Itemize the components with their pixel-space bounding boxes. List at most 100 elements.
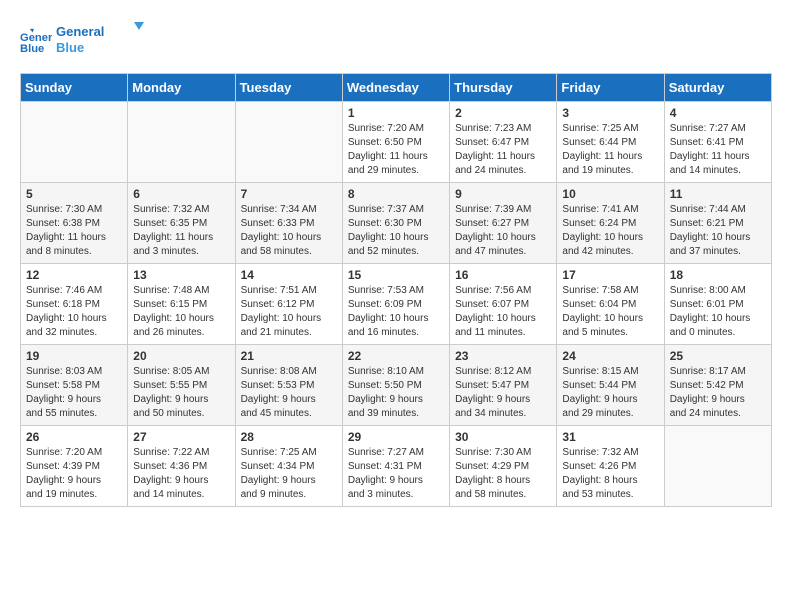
day-number: 1: [348, 106, 444, 120]
day-number: 26: [26, 430, 122, 444]
day-number: 3: [562, 106, 658, 120]
day-number: 2: [455, 106, 551, 120]
svg-text:General: General: [20, 31, 52, 43]
cell-content: Sunrise: 7:53 AM Sunset: 6:09 PM Dayligh…: [348, 284, 444, 340]
cell-content: Sunrise: 8:08 AM Sunset: 5:53 PM Dayligh…: [241, 365, 337, 421]
calendar-cell: 27 Sunrise: 7:22 AM Sunset: 4:36 PM Dayli…: [128, 426, 235, 507]
calendar-cell: 29 Sunrise: 7:27 AM Sunset: 4:31 PM Dayli…: [342, 426, 449, 507]
week-row-4: 19 Sunrise: 8:03 AM Sunset: 5:58 PM Dayli…: [21, 345, 772, 426]
day-number: 11: [670, 187, 766, 201]
calendar-cell: 3Sunrise: 7:25 AM Sunset: 6:44 PM Daylig…: [557, 102, 664, 183]
cell-content: Sunrise: 7:23 AM Sunset: 6:47 PM Dayligh…: [455, 122, 551, 178]
calendar-cell: 31Sunrise: 7:32 AM Sunset: 4:26 PM Dayli…: [557, 426, 664, 507]
cell-content: Sunrise: 7:32 AM Sunset: 6:35 PM Dayligh…: [133, 203, 229, 259]
day-number: 7: [241, 187, 337, 201]
day-number: 14: [241, 268, 337, 282]
day-number: 8: [348, 187, 444, 201]
day-header-wednesday: Wednesday: [342, 74, 449, 102]
cell-content: Sunrise: 8:10 AM Sunset: 5:50 PM Dayligh…: [348, 365, 444, 421]
cell-content: Sunrise: 7:27 AM Sunset: 4:31 PM Dayligh…: [348, 446, 444, 502]
calendar-cell: 26 Sunrise: 7:20 AM Sunset: 4:39 PM Dayli…: [21, 426, 128, 507]
cell-content: Sunrise: 7:44 AM Sunset: 6:21 PM Dayligh…: [670, 203, 766, 259]
day-header-monday: Monday: [128, 74, 235, 102]
cell-content: Sunrise: 7:30 AM Sunset: 4:29 PM Dayligh…: [455, 446, 551, 502]
calendar-cell: 17 Sunrise: 7:58 AM Sunset: 6:04 PM Dayli…: [557, 264, 664, 345]
day-number: 13: [133, 268, 229, 282]
calendar-cell: 2 Sunrise: 7:23 AM Sunset: 6:47 PM Daylig…: [450, 102, 557, 183]
cell-content: Sunrise: 7:46 AM Sunset: 6:18 PM Dayligh…: [26, 284, 122, 340]
cell-content: Sunrise: 7:37 AM Sunset: 6:30 PM Dayligh…: [348, 203, 444, 259]
week-row-2: 5 Sunrise: 7:30 AM Sunset: 6:38 PM Daylig…: [21, 183, 772, 264]
day-number: 15: [348, 268, 444, 282]
day-number: 22: [348, 349, 444, 363]
day-number: 21: [241, 349, 337, 363]
logo: General Blue General Blue: [20, 20, 146, 63]
calendar-table: SundayMondayTuesdayWednesdayThursdayFrid…: [20, 73, 772, 507]
cell-content: Sunrise: 7:39 AM Sunset: 6:27 PM Dayligh…: [455, 203, 551, 259]
calendar-cell: 12 Sunrise: 7:46 AM Sunset: 6:18 PM Dayli…: [21, 264, 128, 345]
cell-content: Sunrise: 8:15 AM Sunset: 5:44 PM Dayligh…: [562, 365, 658, 421]
cell-content: Sunrise: 7:25 AM Sunset: 4:34 PM Dayligh…: [241, 446, 337, 502]
cell-content: Sunrise: 7:51 AM Sunset: 6:12 PM Dayligh…: [241, 284, 337, 340]
calendar-cell: 28 Sunrise: 7:25 AM Sunset: 4:34 PM Dayli…: [235, 426, 342, 507]
cell-content: Sunrise: 7:22 AM Sunset: 4:36 PM Dayligh…: [133, 446, 229, 502]
cell-content: Sunrise: 7:48 AM Sunset: 6:15 PM Dayligh…: [133, 284, 229, 340]
calendar-cell: 6 Sunrise: 7:32 AM Sunset: 6:35 PM Daylig…: [128, 183, 235, 264]
week-row-1: 1Sunrise: 7:20 AM Sunset: 6:50 PM Daylig…: [21, 102, 772, 183]
cell-content: Sunrise: 7:27 AM Sunset: 6:41 PM Dayligh…: [670, 122, 766, 178]
day-number: 28: [241, 430, 337, 444]
calendar-cell: 19 Sunrise: 8:03 AM Sunset: 5:58 PM Dayli…: [21, 345, 128, 426]
svg-text:Blue: Blue: [56, 40, 84, 55]
day-number: 12: [26, 268, 122, 282]
cell-content: Sunrise: 7:41 AM Sunset: 6:24 PM Dayligh…: [562, 203, 658, 259]
day-number: 9: [455, 187, 551, 201]
svg-text:General: General: [56, 24, 104, 39]
svg-text:Blue: Blue: [20, 43, 44, 55]
day-header-sunday: Sunday: [21, 74, 128, 102]
calendar-cell: 25Sunrise: 8:17 AM Sunset: 5:42 PM Dayli…: [664, 345, 771, 426]
calendar-cell: 20 Sunrise: 8:05 AM Sunset: 5:55 PM Dayli…: [128, 345, 235, 426]
cell-content: Sunrise: 7:20 AM Sunset: 4:39 PM Dayligh…: [26, 446, 122, 502]
day-header-saturday: Saturday: [664, 74, 771, 102]
cell-content: Sunrise: 8:05 AM Sunset: 5:55 PM Dayligh…: [133, 365, 229, 421]
calendar-cell: 9 Sunrise: 7:39 AM Sunset: 6:27 PM Daylig…: [450, 183, 557, 264]
cell-content: Sunrise: 7:56 AM Sunset: 6:07 PM Dayligh…: [455, 284, 551, 340]
day-header-friday: Friday: [557, 74, 664, 102]
calendar-cell: 5 Sunrise: 7:30 AM Sunset: 6:38 PM Daylig…: [21, 183, 128, 264]
calendar-cell: 11 Sunrise: 7:44 AM Sunset: 6:21 PM Dayli…: [664, 183, 771, 264]
calendar-cell: 22 Sunrise: 8:10 AM Sunset: 5:50 PM Dayli…: [342, 345, 449, 426]
day-header-thursday: Thursday: [450, 74, 557, 102]
calendar-cell: [235, 102, 342, 183]
calendar-cell: [128, 102, 235, 183]
cell-content: Sunrise: 7:58 AM Sunset: 6:04 PM Dayligh…: [562, 284, 658, 340]
day-number: 27: [133, 430, 229, 444]
day-number: 20: [133, 349, 229, 363]
logo-icon: General Blue: [20, 28, 52, 56]
calendar-cell: 4 Sunrise: 7:27 AM Sunset: 6:41 PM Daylig…: [664, 102, 771, 183]
calendar-cell: 1Sunrise: 7:20 AM Sunset: 6:50 PM Daylig…: [342, 102, 449, 183]
cell-content: Sunrise: 7:32 AM Sunset: 4:26 PM Dayligh…: [562, 446, 658, 502]
cell-content: Sunrise: 8:12 AM Sunset: 5:47 PM Dayligh…: [455, 365, 551, 421]
day-number: 25: [670, 349, 766, 363]
page-header: General Blue General Blue: [20, 20, 772, 63]
cell-content: Sunrise: 8:03 AM Sunset: 5:58 PM Dayligh…: [26, 365, 122, 421]
day-number: 30: [455, 430, 551, 444]
calendar-cell: 8 Sunrise: 7:37 AM Sunset: 6:30 PM Daylig…: [342, 183, 449, 264]
calendar-cell: 13 Sunrise: 7:48 AM Sunset: 6:15 PM Dayli…: [128, 264, 235, 345]
calendar-cell: 16Sunrise: 7:56 AM Sunset: 6:07 PM Dayli…: [450, 264, 557, 345]
calendar-cell: 23 Sunrise: 8:12 AM Sunset: 5:47 PM Dayli…: [450, 345, 557, 426]
day-number: 5: [26, 187, 122, 201]
calendar-cell: 14 Sunrise: 7:51 AM Sunset: 6:12 PM Dayli…: [235, 264, 342, 345]
day-number: 17: [562, 268, 658, 282]
day-number: 19: [26, 349, 122, 363]
day-number: 4: [670, 106, 766, 120]
calendar-cell: 30 Sunrise: 7:30 AM Sunset: 4:29 PM Dayli…: [450, 426, 557, 507]
calendar-cell: 10Sunrise: 7:41 AM Sunset: 6:24 PM Dayli…: [557, 183, 664, 264]
day-number: 23: [455, 349, 551, 363]
day-number: 24: [562, 349, 658, 363]
calendar-cell: 18Sunrise: 8:00 AM Sunset: 6:01 PM Dayli…: [664, 264, 771, 345]
day-number: 29: [348, 430, 444, 444]
calendar-cell: [664, 426, 771, 507]
day-number: 6: [133, 187, 229, 201]
cell-content: Sunrise: 7:30 AM Sunset: 6:38 PM Dayligh…: [26, 203, 122, 259]
